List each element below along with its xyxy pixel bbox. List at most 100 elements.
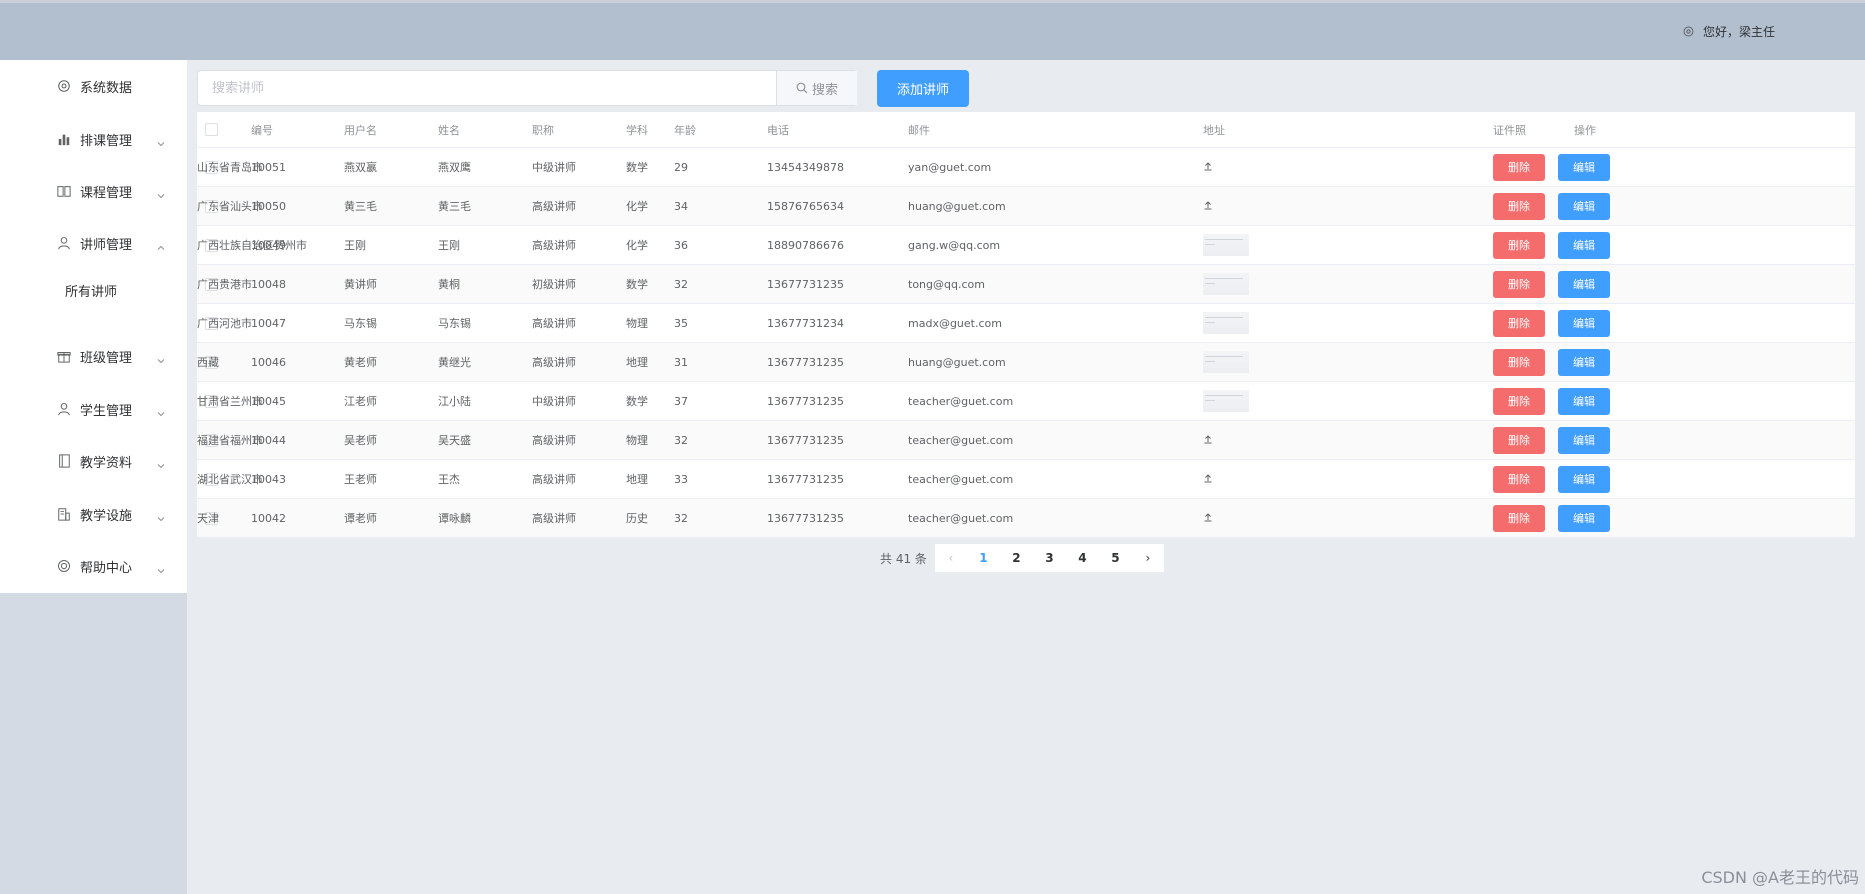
sidebar-item-2[interactable]: 排课管理: [0, 113, 187, 165]
cell-phone: 13677731235: [767, 472, 844, 486]
edit-button[interactable]: 编辑: [1558, 192, 1610, 220]
cell-email: gang.w@qq.com: [908, 238, 1001, 252]
cell-address: 湖北省武汉市: [197, 473, 263, 486]
sidebar-item-7[interactable]: 教学资料: [0, 435, 187, 487]
prev-page-icon[interactable]: ‹: [935, 544, 967, 572]
delete-button[interactable]: 删除: [1493, 192, 1545, 220]
sidebar-item-label: 教学设施: [80, 508, 133, 524]
upload-icon[interactable]: [1203, 434, 1213, 447]
search-button[interactable]: 搜索: [776, 71, 857, 105]
page-number[interactable]: 1: [967, 544, 1000, 572]
edit-button[interactable]: 编辑: [1558, 504, 1610, 532]
cell-username: 吴老师: [344, 434, 377, 447]
delete-button[interactable]: 删除: [1493, 309, 1545, 337]
cell-photo: [1203, 265, 1249, 303]
cell-title: 高级讲师: [532, 317, 576, 330]
cell-name: 王杰: [438, 473, 460, 486]
cell-name: 马东锡: [438, 317, 471, 330]
page-number[interactable]: 5: [1099, 544, 1132, 572]
cell-name: 燕双鹰: [438, 161, 471, 174]
edit-button[interactable]: 编辑: [1558, 387, 1610, 415]
sidebar: 系统数据 排课管理 课程管理讲师管理班级管理学生管理教学资料教学设施帮助中心 所有讲师: [0, 60, 187, 894]
sidebar-item-9[interactable]: 帮助中心: [0, 540, 187, 592]
delete-button[interactable]: 删除: [1493, 504, 1545, 532]
sidebar-item-1[interactable]: 系统数据: [0, 60, 187, 112]
delete-button[interactable]: 删除: [1493, 348, 1545, 376]
cell-actions: 删除 编辑: [1493, 187, 1610, 225]
pagination-pages: ‹ 1 2 3 4 5 ›: [934, 544, 1164, 572]
column-header: 地址: [1203, 123, 1225, 137]
gear-icon: [56, 78, 72, 94]
table-row: 10043 王老师 王杰 高级讲师 地理 33 13677731235 teacher@gue…: [197, 460, 1855, 499]
cell-phone: 13454349878: [767, 160, 844, 174]
sidebar-item-3[interactable]: 课程管理: [0, 165, 187, 217]
sidebar-subitem-all-teachers[interactable]: 所有讲师: [0, 270, 187, 310]
edit-button[interactable]: 编辑: [1558, 309, 1610, 337]
cell-phone: 18890786676: [767, 238, 844, 252]
cell-actions: 删除 编辑: [1493, 304, 1610, 342]
column-header: 用户名: [344, 123, 377, 137]
next-page-icon[interactable]: ›: [1132, 544, 1164, 572]
column-header: 邮件: [908, 123, 930, 137]
sidebar-item-label: 班级管理: [80, 350, 133, 366]
cell-email: yan@guet.com: [908, 160, 992, 174]
chevron-down-icon: [156, 509, 166, 522]
edit-button[interactable]: 编辑: [1558, 231, 1610, 259]
cell-actions: 删除 编辑: [1493, 460, 1610, 498]
page-number[interactable]: 3: [1033, 544, 1066, 572]
cell-phone: 15876765634: [767, 199, 844, 213]
sidebar-item-4[interactable]: 讲师管理: [0, 217, 187, 269]
cell-photo: [1203, 304, 1249, 342]
delete-button[interactable]: 删除: [1493, 270, 1545, 298]
sidebar-item-label: 讲师管理: [80, 237, 133, 253]
delete-button[interactable]: 删除: [1493, 465, 1545, 493]
cell-address: 甘肃省兰州市: [197, 395, 263, 408]
delete-button[interactable]: 删除: [1493, 153, 1545, 181]
table-row: 10042 谭老师 谭咏麟 高级讲师 历史 32 13677731235 teacher@gu…: [197, 499, 1855, 538]
cell-subject: 历史: [626, 512, 648, 525]
sidebar-item-6[interactable]: 学生管理: [0, 383, 187, 435]
id-photo-thumbnail: [1203, 312, 1249, 334]
sidebar-item-label: 教学资料: [80, 455, 133, 471]
user-greeting[interactable]: 您好，梁主任: [1682, 23, 1775, 40]
edit-button[interactable]: 编辑: [1558, 465, 1610, 493]
chevron-down-icon: [156, 404, 166, 417]
delete-button[interactable]: 删除: [1493, 231, 1545, 259]
cell-photo: [1203, 343, 1249, 381]
cell-phone: 13677731235: [767, 511, 844, 525]
delete-button[interactable]: 删除: [1493, 387, 1545, 415]
id-photo-thumbnail: [1203, 390, 1249, 412]
cell-email: teacher@guet.com: [908, 472, 1014, 486]
cell-id: 10042: [251, 511, 286, 525]
delete-button[interactable]: 删除: [1493, 426, 1545, 454]
edit-button[interactable]: 编辑: [1558, 348, 1610, 376]
select-all-checkbox[interactable]: [205, 123, 218, 136]
upload-icon[interactable]: [1203, 473, 1213, 486]
cell-title: 高级讲师: [532, 512, 576, 525]
sidebar-item-5[interactable]: 班级管理: [0, 330, 187, 382]
add-teacher-button[interactable]: 添加讲师: [877, 70, 969, 107]
sidebar-item-8[interactable]: 教学设施: [0, 488, 187, 540]
cell-age: 29: [674, 160, 688, 174]
cell-phone: 13677731235: [767, 394, 844, 408]
edit-button[interactable]: 编辑: [1558, 270, 1610, 298]
edit-button[interactable]: 编辑: [1558, 153, 1610, 181]
cell-photo: [1203, 187, 1213, 225]
cell-address: 广西贵港市: [197, 278, 252, 291]
cell-username: 黄老师: [344, 356, 377, 369]
bar-chart-icon: [56, 131, 72, 147]
upload-icon[interactable]: [1203, 161, 1213, 174]
column-header: 操作: [1574, 123, 1596, 137]
cell-email: teacher@guet.com: [908, 433, 1014, 447]
search-input[interactable]: [198, 71, 776, 105]
cell-subject: 物理: [626, 317, 648, 330]
page-number[interactable]: 2: [1000, 544, 1033, 572]
upload-icon[interactable]: [1203, 200, 1213, 213]
page-number[interactable]: 4: [1066, 544, 1099, 572]
help-circle-icon: [56, 558, 72, 574]
edit-button[interactable]: 编辑: [1558, 426, 1610, 454]
upload-icon[interactable]: [1203, 512, 1213, 525]
cell-address: 广西河池市: [197, 317, 252, 330]
cell-name: 黄桐: [438, 278, 460, 291]
chevron-down-icon: [156, 186, 166, 199]
